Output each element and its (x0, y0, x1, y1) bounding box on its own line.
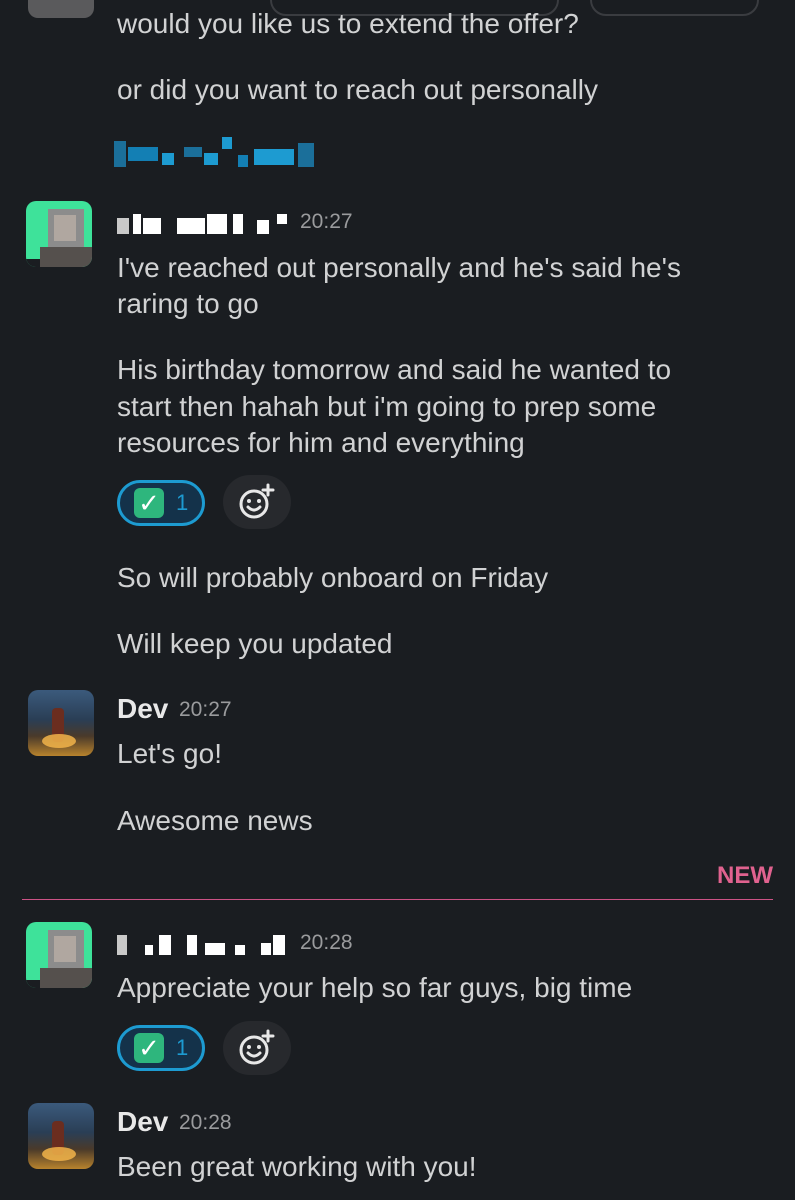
add-reaction-icon (239, 483, 275, 519)
message-text: start then hahah but i'm going to prep s… (117, 391, 657, 422)
message-timestamp[interactable]: 20:28 (300, 931, 353, 955)
new-messages-label: NEW (717, 862, 773, 889)
reaction-pill[interactable]: ✓ 1 (117, 480, 205, 526)
avatar-partial[interactable] (28, 0, 94, 18)
message-timestamp[interactable]: 20:27 (179, 698, 232, 722)
add-reaction-button[interactable] (223, 1021, 291, 1075)
new-messages-divider (22, 899, 773, 900)
user-avatar[interactable] (26, 201, 92, 267)
dev-avatar[interactable] (28, 690, 94, 756)
reaction-pill[interactable]: ✓ 1 (117, 1025, 205, 1071)
add-reaction-button[interactable] (223, 475, 291, 529)
message-text: Been great working with you! (117, 1151, 477, 1182)
top-pill-2 (590, 0, 759, 16)
message-text: His birthday tomorrow and said he wanted… (117, 354, 672, 385)
user-avatar[interactable] (26, 922, 92, 988)
message-text: Let's go! (117, 738, 222, 769)
message-timestamp[interactable]: 20:28 (179, 1111, 232, 1135)
message-timestamp[interactable]: 20:27 (300, 210, 353, 234)
message-text: raring to go (117, 288, 259, 319)
message-text: Appreciate your help so far guys, big ti… (117, 972, 633, 1003)
message-text: resources for him and everything (117, 427, 525, 458)
message-text: or did you want to reach out personally (117, 74, 598, 105)
redacted-username[interactable] (117, 931, 292, 957)
white-check-mark-icon: ✓ (134, 1033, 164, 1063)
sender-name[interactable]: Dev (117, 1106, 168, 1138)
redacted-username[interactable] (117, 210, 292, 236)
add-reaction-icon (239, 1029, 275, 1065)
reaction-count: 1 (176, 1035, 189, 1060)
white-check-mark-icon: ✓ (134, 488, 164, 518)
message-text: Will keep you updated (117, 628, 393, 659)
message-text: would you like us to extend the offer? (117, 8, 579, 39)
message-text: I've reached out personally and he's sai… (117, 252, 681, 283)
message-text: Awesome news (117, 805, 313, 836)
redacted-link[interactable] (114, 137, 314, 171)
reaction-count: 1 (176, 490, 189, 515)
dev-avatar[interactable] (28, 1103, 94, 1169)
sender-name[interactable]: Dev (117, 693, 168, 725)
message-text: So will probably onboard on Friday (117, 562, 549, 593)
